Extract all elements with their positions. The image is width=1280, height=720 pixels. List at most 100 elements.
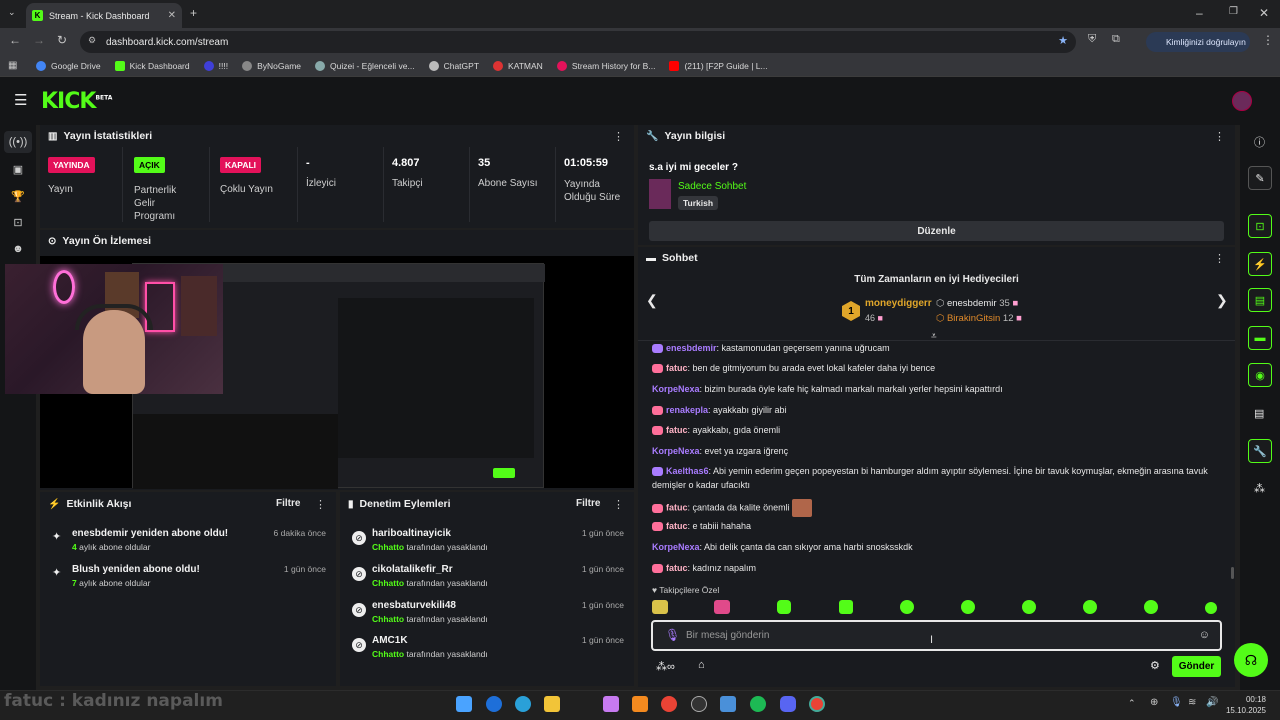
back-icon[interactable]: ← bbox=[9, 33, 21, 47]
bookmark-item[interactable]: Google Drive bbox=[36, 61, 101, 71]
chat-username[interactable]: KorpeNexa bbox=[652, 446, 700, 456]
bookmark-star-icon[interactable]: ★ bbox=[1058, 34, 1068, 47]
chat-input[interactable]: 🎙 Bir mesaj gönderin ☺ bbox=[651, 620, 1222, 651]
vlc-icon[interactable] bbox=[632, 696, 648, 712]
system-clock[interactable]: 00:18 15.10.2025 bbox=[1226, 694, 1266, 716]
events-menu-icon[interactable]: ⋮ bbox=[315, 498, 326, 511]
wifi-icon[interactable]: ≋ bbox=[1188, 697, 1196, 708]
chat-bubble-icon[interactable]: ▬ bbox=[1248, 326, 1272, 350]
dashboard-icon[interactable]: ▣ bbox=[10, 161, 26, 177]
microphone-icon[interactable]: 🎙 bbox=[665, 628, 680, 642]
apps-grid-icon[interactable]: ▦ bbox=[8, 60, 17, 71]
mod-menu-icon[interactable]: ⋮ bbox=[613, 498, 624, 511]
site-info-icon[interactable]: ⚙ bbox=[88, 35, 96, 46]
chrome-menu-icon[interactable]: ⋮ bbox=[1262, 33, 1274, 47]
network-icon[interactable]: ⊕ bbox=[1150, 697, 1158, 708]
capture-icon[interactable]: ⊡ bbox=[10, 214, 26, 230]
hamburger-menu-icon[interactable]: ☰ bbox=[14, 91, 27, 109]
tray-chevron-icon[interactable]: ⌃ bbox=[1128, 698, 1136, 709]
chat-username[interactable]: Kaelthas6 bbox=[666, 466, 709, 476]
chat-username[interactable]: fatuc bbox=[666, 521, 688, 531]
mic-tray-icon[interactable]: 🎙 bbox=[1170, 697, 1183, 708]
mod-filter-button[interactable]: Filtre bbox=[576, 498, 600, 509]
broadcast-icon[interactable]: ((•)) bbox=[9, 134, 28, 150]
spotify-icon[interactable] bbox=[750, 696, 766, 712]
edit-button[interactable]: Düzenle bbox=[649, 221, 1224, 241]
chat-username[interactable]: KorpeNexa bbox=[652, 384, 700, 394]
chevron-left-icon[interactable]: ❮ bbox=[646, 292, 658, 309]
app-icon[interactable] bbox=[486, 696, 502, 712]
camera-icon[interactable]: ⊡ bbox=[1248, 214, 1272, 238]
bookmark-item[interactable]: Kick Dashboard bbox=[114, 61, 190, 71]
users-icon[interactable]: ☻ bbox=[10, 241, 26, 257]
chat-username[interactable]: renakepla bbox=[666, 405, 708, 415]
emote-icon[interactable] bbox=[1205, 602, 1217, 614]
reload-icon[interactable]: ↻ bbox=[57, 33, 67, 47]
bookmark-item[interactable]: (211) [F2P Guide | L... bbox=[669, 61, 768, 71]
settings-gear-icon[interactable]: ⚙ bbox=[1150, 659, 1160, 672]
kick-logo[interactable]: KICKBETA bbox=[41, 89, 112, 114]
close-window-icon[interactable]: ✕ bbox=[1259, 6, 1269, 20]
emote-icon[interactable] bbox=[839, 600, 853, 614]
wrench-icon[interactable]: 🔧 bbox=[1248, 439, 1272, 463]
chat-username[interactable]: KorpeNexa bbox=[652, 542, 700, 552]
category-link[interactable]: Sadece Sohbet bbox=[678, 181, 746, 192]
tab-close-icon[interactable]: ✕ bbox=[168, 10, 176, 21]
verify-identity-button[interactable]: Kimliğinizi doğrulayın bbox=[1146, 32, 1250, 52]
emote-icon[interactable] bbox=[777, 600, 791, 614]
chrome-active-icon[interactable] bbox=[809, 696, 825, 712]
volume-icon[interactable]: 🔊 bbox=[1206, 697, 1218, 708]
chat-username[interactable]: fatuc bbox=[666, 502, 688, 512]
discord-icon[interactable] bbox=[780, 696, 796, 712]
emoji-icon[interactable]: ☺ bbox=[1199, 629, 1210, 641]
emote-icon[interactable] bbox=[1144, 600, 1158, 614]
emote-icon[interactable] bbox=[961, 600, 975, 614]
edit-icon[interactable]: ✎ bbox=[1248, 166, 1272, 190]
chrome-icon[interactable] bbox=[661, 696, 677, 712]
tab-search-icon[interactable]: ⌄ bbox=[8, 7, 16, 18]
app-icon[interactable] bbox=[720, 696, 736, 712]
emote-icon[interactable] bbox=[900, 600, 914, 614]
minimize-icon[interactable]: – bbox=[1196, 6, 1203, 20]
group-icon[interactable]: ⁂ bbox=[1254, 482, 1265, 495]
chat-username[interactable]: fatuc bbox=[666, 563, 688, 573]
gifter-2-name[interactable]: enesbdemir bbox=[947, 298, 997, 309]
events-filter-button[interactable]: Filtre bbox=[276, 498, 300, 509]
copilot-icon[interactable] bbox=[603, 696, 619, 712]
lightning-icon[interactable]: ⚡ bbox=[1248, 252, 1272, 276]
obs-icon[interactable] bbox=[691, 696, 707, 712]
chevron-right-icon[interactable]: ❯ bbox=[1216, 292, 1228, 309]
extensions-icon[interactable]: ⧉ bbox=[1112, 33, 1120, 46]
url-input[interactable]: ⚙ dashboard.kick.com/stream ★ bbox=[80, 31, 1076, 53]
store-icon[interactable]: ⌂ bbox=[698, 659, 705, 671]
chat-username[interactable]: fatuc bbox=[666, 425, 688, 435]
chat-username[interactable]: enesbdemir bbox=[666, 343, 717, 353]
emote-icon[interactable] bbox=[714, 600, 730, 614]
emote-icon[interactable] bbox=[652, 600, 668, 614]
layout-icon[interactable]: ▤ bbox=[1254, 407, 1264, 420]
bookmark-item[interactable]: ByNoGame bbox=[242, 61, 301, 71]
browser-tab[interactable]: K Stream - Kick Dashboard ✕ bbox=[26, 3, 182, 28]
file-explorer-icon[interactable] bbox=[544, 696, 560, 712]
document-icon[interactable]: ▤ bbox=[1248, 288, 1272, 312]
send-button[interactable]: Gönder bbox=[1172, 656, 1221, 677]
trophy-icon[interactable]: 🏆 bbox=[10, 188, 26, 204]
maximize-icon[interactable]: ❐ bbox=[1229, 6, 1238, 17]
chat-menu-icon[interactable]: ⋮ bbox=[1214, 252, 1225, 265]
emote-icon[interactable] bbox=[1083, 600, 1097, 614]
support-chat-icon[interactable]: ☊ bbox=[1234, 643, 1268, 677]
infinity-icon[interactable]: ⁂∞ bbox=[656, 660, 675, 673]
emote-icon[interactable] bbox=[1022, 600, 1036, 614]
shield-icon[interactable]: ⛨ bbox=[1088, 33, 1096, 46]
broadcast-icon[interactable]: ◉ bbox=[1248, 363, 1272, 387]
stats-menu-icon[interactable]: ⋮ bbox=[613, 130, 624, 143]
top-gifter-name[interactable]: moneydiggerr bbox=[865, 298, 932, 309]
bookmark-item[interactable]: ChatGPT bbox=[428, 61, 479, 71]
streaminfo-menu-icon[interactable]: ⋮ bbox=[1214, 130, 1225, 143]
new-tab-icon[interactable]: + bbox=[190, 6, 197, 20]
forward-icon[interactable]: → bbox=[33, 33, 45, 47]
bookmark-item[interactable]: !!!! bbox=[203, 61, 228, 71]
bookmark-item[interactable]: KATMAN bbox=[493, 61, 543, 71]
bookmark-item[interactable]: Stream History for B... bbox=[556, 61, 655, 71]
avatar[interactable] bbox=[1232, 91, 1252, 111]
